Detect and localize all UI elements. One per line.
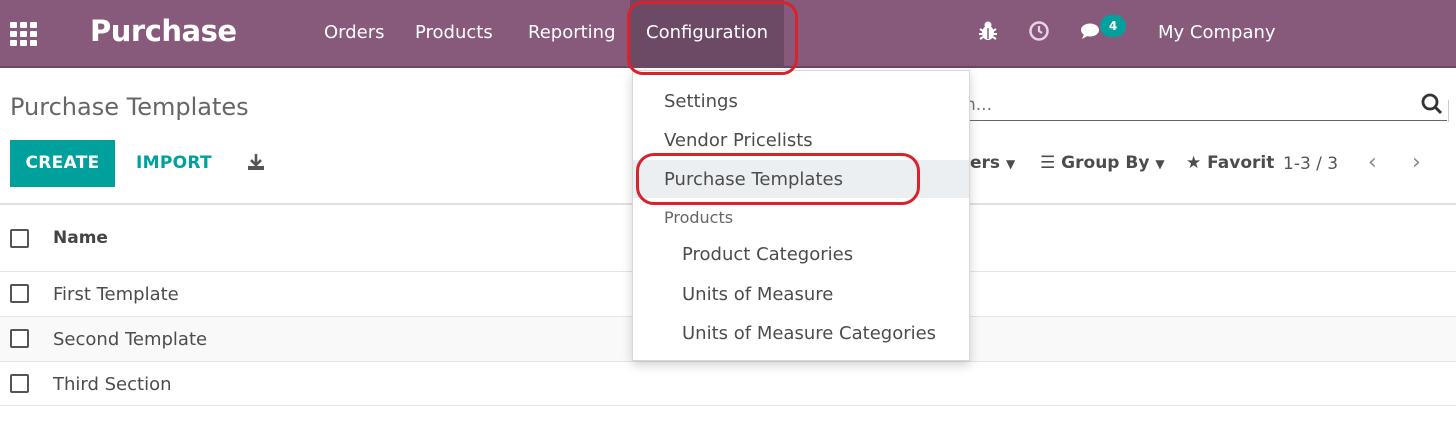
search-icon[interactable]	[1420, 92, 1444, 122]
bug-icon[interactable]	[978, 20, 998, 47]
column-header-name[interactable]: Name	[53, 228, 108, 248]
dropdown-item-product-categories[interactable]: Product Categories	[633, 244, 969, 265]
row-name: Third Section	[53, 374, 172, 395]
filters-toggle[interactable]: ers ▼	[970, 153, 1015, 173]
activity-clock-icon[interactable]	[1028, 20, 1050, 47]
caret-down-icon: ▼	[1155, 157, 1165, 171]
dropdown-item-uom-categories[interactable]: Units of Measure Categories	[633, 323, 969, 344]
download-icon[interactable]	[246, 152, 266, 177]
favorites-label: Favorit	[1207, 153, 1275, 173]
row-checkbox[interactable]	[10, 284, 29, 303]
configuration-dropdown: Settings Vendor Pricelists Purchase Temp…	[632, 70, 970, 361]
dropdown-item-vendor-pricelists[interactable]: Vendor Pricelists	[633, 130, 969, 151]
message-count-badge: 4	[1100, 15, 1126, 37]
search-box[interactable]	[965, 91, 1447, 121]
groupby-toggle[interactable]: ☰ Group By ▼	[1040, 153, 1165, 173]
dropdown-section-products: Products	[664, 208, 734, 227]
menu-reporting[interactable]: Reporting	[528, 22, 616, 43]
select-all-checkbox[interactable]	[10, 229, 29, 248]
app-brand[interactable]: Purchase	[90, 14, 237, 48]
groupby-label: Group By	[1061, 153, 1150, 173]
page-title: Purchase Templates	[10, 93, 249, 121]
dropdown-item-units-of-measure[interactable]: Units of Measure	[633, 284, 969, 305]
row-name: First Template	[53, 284, 179, 305]
filters-label: ers	[970, 153, 1001, 173]
import-button[interactable]: IMPORT	[136, 153, 212, 173]
menu-products[interactable]: Products	[415, 22, 493, 43]
dropdown-item-purchase-templates[interactable]: Purchase Templates	[633, 160, 969, 198]
pager-next-icon[interactable]: ›	[1412, 150, 1421, 175]
scrollbar[interactable]	[1448, 100, 1454, 122]
list-icon: ☰	[1040, 153, 1056, 173]
row-checkbox[interactable]	[10, 329, 29, 348]
company-switcher[interactable]: My Company	[1158, 22, 1276, 43]
favorites-toggle[interactable]: ★ Favorit	[1186, 153, 1282, 173]
row-name: Second Template	[53, 329, 208, 350]
top-navbar: Purchase Orders Products Reporting Confi…	[0, 0, 1456, 68]
caret-down-icon: ▼	[1005, 157, 1016, 171]
row-checkbox[interactable]	[10, 374, 29, 393]
star-icon: ★	[1186, 153, 1202, 173]
table-row[interactable]: Third Section	[0, 361, 1456, 406]
pager-previous-icon[interactable]: ‹	[1368, 150, 1377, 175]
menu-configuration[interactable]: Configuration	[630, 0, 785, 68]
app-grid-icon[interactable]	[10, 22, 38, 46]
menu-orders[interactable]: Orders	[324, 22, 385, 43]
create-button[interactable]: CREATE	[10, 140, 115, 187]
dropdown-item-settings[interactable]: Settings	[633, 91, 969, 112]
pager-value[interactable]: 1-3 / 3	[1283, 154, 1338, 174]
search-input[interactable]	[965, 91, 1405, 119]
